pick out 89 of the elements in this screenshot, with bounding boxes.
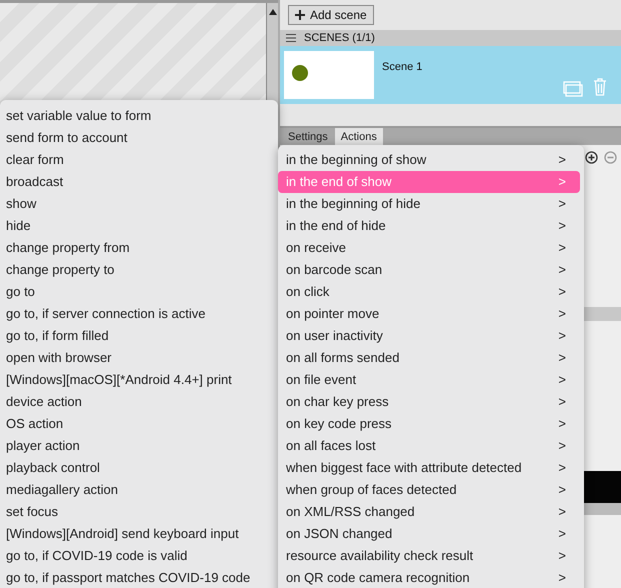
submenu-arrow: >	[558, 173, 566, 191]
menu-item[interactable]: on user inactivity >	[278, 325, 580, 347]
submenu-arrow: >	[558, 283, 566, 301]
menu-item[interactable]: go to	[0, 281, 278, 303]
menu-item[interactable]: on all forms sended >	[278, 347, 580, 369]
menu-item[interactable]: set variable value to form	[0, 105, 278, 127]
submenu-arrow: >	[558, 547, 566, 565]
menu-item-label: on key code press	[286, 415, 392, 433]
submenu-arrow: >	[558, 305, 566, 323]
menu-item[interactable]: open with browser	[0, 347, 278, 369]
menu-item[interactable]: [Windows][macOS][*Android 4.4+] print	[0, 369, 278, 391]
menu-item[interactable]: on char key press >	[278, 391, 580, 413]
menu-item[interactable]: on receive >	[278, 237, 580, 259]
menu-item-label: in the beginning of hide	[286, 195, 420, 213]
menu-item[interactable]: when biggest face with attribute detected >	[278, 457, 580, 479]
menu-item[interactable]: in the end of hide >	[278, 215, 580, 237]
submenu-arrow: >	[558, 415, 566, 433]
menu-item[interactable]: clear form	[0, 149, 278, 171]
menu-icon[interactable]	[286, 34, 296, 42]
menu-item-label: on barcode scan	[286, 261, 382, 279]
menu-item[interactable]: on all faces lost >	[278, 435, 580, 457]
menu-item-label: on click	[286, 283, 330, 301]
submenu-arrow: >	[558, 327, 566, 345]
scene-name: Scene 1	[382, 61, 422, 73]
menu-item[interactable]: resource availability check result >	[278, 545, 580, 567]
submenu-arrow: >	[558, 151, 566, 169]
menu-item[interactable]: hide	[0, 215, 278, 237]
submenu-arrow: >	[558, 195, 566, 213]
menu-item-label: when biggest face with attribute detected	[286, 459, 522, 477]
menu-item-label: on QR code camera recognition	[286, 569, 470, 587]
menu-item[interactable]: OS action	[0, 413, 278, 435]
submenu-arrow: >	[558, 569, 566, 587]
menu-item[interactable]: on pointer move >	[278, 303, 580, 325]
menu-item-label: on file event	[286, 371, 356, 389]
submenu-arrow: >	[558, 393, 566, 411]
submenu-arrow: >	[558, 349, 566, 367]
menu-item-label: when group of faces detected	[286, 481, 457, 499]
menu-item[interactable]: change property from	[0, 237, 278, 259]
submenu-arrow: >	[558, 525, 566, 543]
menu-item[interactable]: mediagallery action	[0, 479, 278, 501]
menu-item-label: on pointer move	[286, 305, 380, 323]
menu-item[interactable]: playback control	[0, 457, 278, 479]
menu-item[interactable]: on key code press >	[278, 413, 580, 435]
menu-item[interactable]: change property to	[0, 259, 278, 281]
plus-icon	[295, 10, 305, 20]
menu-item[interactable]: player action	[0, 435, 278, 457]
menu-item-label: in the beginning of show	[286, 151, 426, 169]
menu-item-label: on JSON changed	[286, 525, 392, 543]
menu-item-label: resource availability check result	[286, 547, 474, 565]
menu-item[interactable]: show	[0, 193, 278, 215]
submenu-arrow: >	[558, 239, 566, 257]
menu-item[interactable]: go to, if server connection is active	[0, 303, 278, 325]
submenu-arrow: >	[558, 371, 566, 389]
menu-item[interactable]: on XML/RSS changed >	[278, 501, 580, 523]
menu-item[interactable]: in the beginning of hide >	[278, 193, 580, 215]
menu-item[interactable]: set focus	[0, 501, 278, 523]
tab[interactable]: Actions	[334, 128, 383, 145]
submenu-arrow: >	[558, 437, 566, 455]
submenu-arrow: >	[558, 261, 566, 279]
menu-item-label: on receive	[286, 239, 346, 257]
submenu-arrow: >	[558, 481, 566, 499]
menu-item[interactable]: in the beginning of show >	[278, 149, 580, 171]
menu-item-label: on all faces lost	[286, 437, 376, 455]
scroll-up-icon[interactable]	[268, 9, 276, 15]
scenes-title: SCENES (1/1)	[304, 32, 375, 44]
menu-item[interactable]: device action	[0, 391, 278, 413]
menu-item-label: on all forms sended	[286, 349, 400, 367]
menu-item-label: in the end of hide	[286, 217, 386, 235]
menu-item[interactable]: go to, if COVID-19 code is valid	[0, 545, 278, 567]
add-scene-button[interactable]: Add scene	[288, 5, 374, 25]
menu-item[interactable]: send form to account	[0, 127, 278, 149]
menu-item[interactable]: on barcode scan >	[278, 259, 580, 281]
menu-item[interactable]: on file event >	[278, 369, 580, 391]
submenu-arrow: >	[558, 459, 566, 477]
menu-item-label: on user inactivity	[286, 327, 383, 345]
menu-item[interactable]: go to, if passport matches COVID-19 code	[0, 567, 278, 588]
submenu-arrow: >	[558, 503, 566, 521]
menu-item[interactable]: on QR code camera recognition >	[278, 567, 580, 588]
submenu-arrow: >	[558, 217, 566, 235]
menu-item[interactable]: on click >	[278, 281, 580, 303]
menu-item[interactable]: broadcast	[0, 171, 278, 193]
add-icon[interactable]	[585, 151, 598, 164]
menu-item-label: in the end of show	[286, 173, 392, 191]
menu-item-label: on XML/RSS changed	[286, 503, 415, 521]
menu-item[interactable]: go to, if form filled	[0, 325, 278, 347]
menu-item[interactable]: [Windows][Android] send keyboard input	[0, 523, 278, 545]
menu-item[interactable]: when group of faces detected >	[278, 479, 580, 501]
menu-item-label: on char key press	[286, 393, 389, 411]
menu-item[interactable]: on JSON changed >	[278, 523, 580, 545]
